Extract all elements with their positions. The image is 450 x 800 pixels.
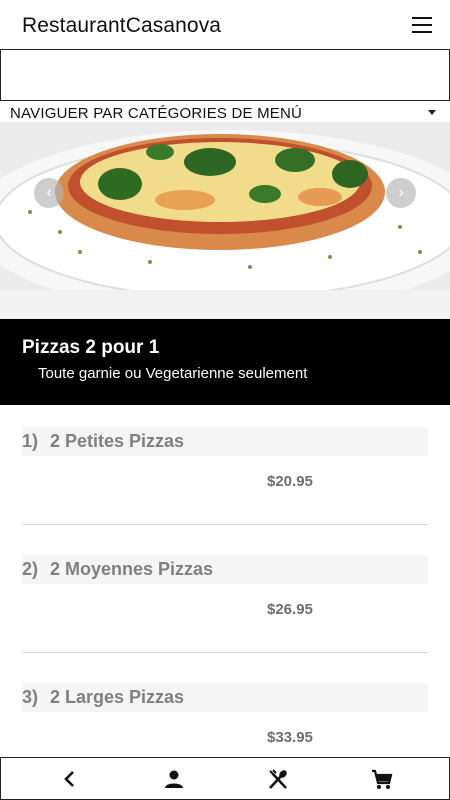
carousel-prev-button[interactable]: ‹ (34, 178, 64, 208)
hamburger-menu-icon[interactable] (412, 17, 434, 35)
cart-button[interactable] (351, 758, 411, 800)
menu-item-number: 2) (22, 559, 39, 579)
menu-item-name-row: 1) 2 Petites Pizzas (22, 427, 428, 456)
menu-item-name-row: 2) 2 Moyennes Pizzas (22, 555, 428, 584)
account-button[interactable] (144, 758, 204, 800)
menu-item-number: 3) (22, 687, 39, 707)
promo-banner: Pizzas 2 pour 1 Toute garnie ou Vegetari… (0, 319, 450, 405)
promo-subtitle: Toute garnie ou Vegetarienne seulement (38, 365, 308, 382)
app-header: RestaurantCasanova (0, 0, 450, 50)
carousel-next-button[interactable]: › (386, 178, 416, 208)
caret-down-icon (428, 110, 436, 115)
bottom-navigation (0, 757, 450, 800)
menu-item-price: $33.95 (267, 729, 313, 746)
menu-item-price: $26.95 (267, 601, 313, 618)
pizza-image (0, 122, 450, 290)
menu-item-name: 2 Petites Pizzas (50, 431, 185, 451)
user-icon (165, 770, 183, 788)
menu-item-name: 2 Moyennes Pizzas (50, 559, 214, 579)
divider (22, 652, 428, 653)
menu-item[interactable]: 1) 2 Petites Pizzas $20.95 (22, 427, 428, 555)
menu-item-name-row: 3) 2 Larges Pizzas (22, 683, 428, 712)
utensils-icon (269, 769, 287, 789)
cart-icon (372, 769, 393, 789)
menu-item-name: 2 Larges Pizzas (50, 687, 185, 707)
divider (22, 524, 428, 525)
menu-item[interactable]: 2) 2 Moyennes Pizzas $26.95 (22, 555, 428, 683)
hero-carousel[interactable]: ‹ › (0, 122, 450, 290)
promo-title: Pizzas 2 pour 1 (22, 337, 160, 358)
menu-item-price: $20.95 (267, 473, 313, 490)
search-input[interactable] (0, 49, 450, 101)
menu-item-number: 1) (22, 431, 39, 451)
menu-button[interactable] (247, 758, 307, 800)
app-title[interactable]: RestaurantCasanova (22, 14, 221, 38)
category-dropdown-label: NAVIGUER PAR CATÉGORIES DE MENÚ (10, 105, 303, 122)
back-icon (64, 771, 74, 787)
section-spacer (0, 290, 450, 319)
back-button[interactable] (40, 758, 100, 800)
